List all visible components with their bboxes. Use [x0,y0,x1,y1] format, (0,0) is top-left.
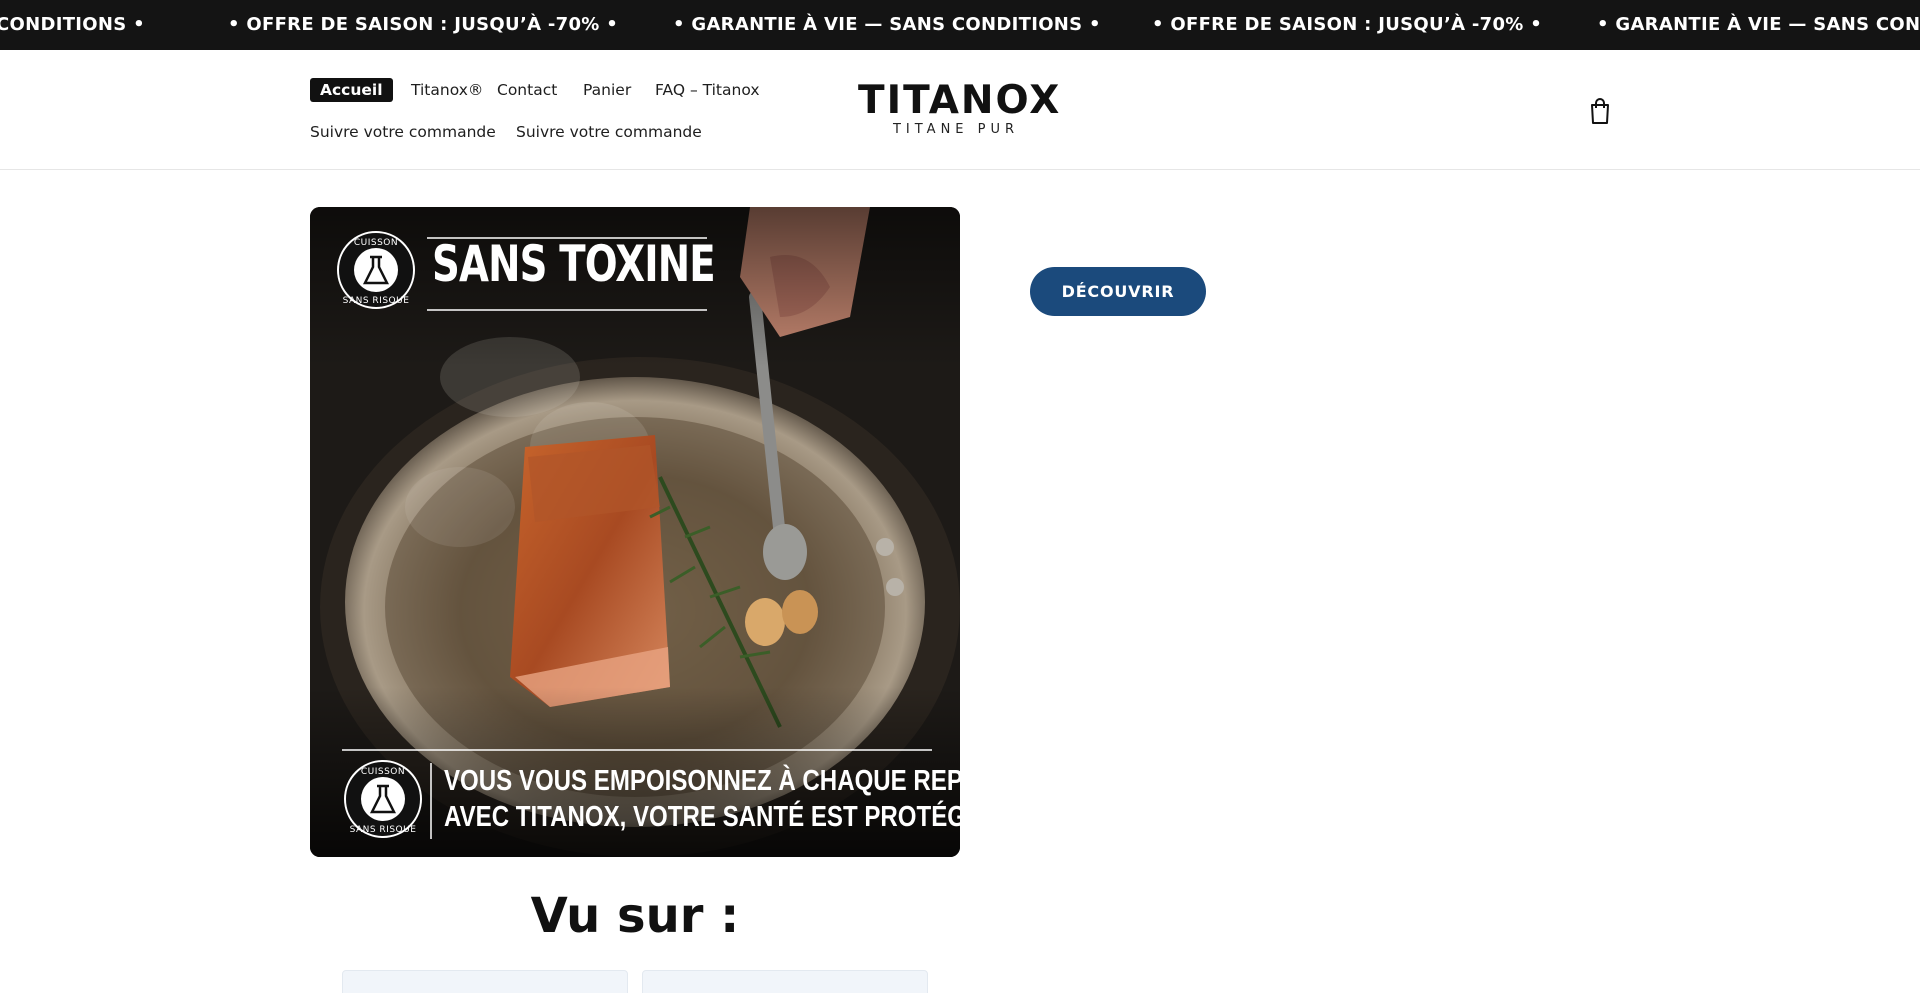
nav-link-faq[interactable]: FAQ – Titanox [655,78,760,102]
announcement-item: CONDITIONS • [0,14,145,35]
site-logo[interactable]: TITANOX TITANE PUR [858,78,1062,138]
hero-title: SANS TOXINE [432,235,716,293]
media-logo-card [642,970,928,993]
logo-name: TITANOX [858,78,1062,123]
badge-bottom-text-2: SANS RISQUE [350,825,417,835]
hero-image: CUISSON SANS RISQUE CUISSON SANS RISQUE … [310,207,960,857]
announcement-item: • OFFRE DE SAISON : JUSQU’À -70% • [228,14,619,35]
discover-button[interactable]: DÉCOUVRIR [1030,267,1206,316]
announcement-item: • OFFRE DE SAISON : JUSQU’À -70% • [1152,14,1543,35]
shopping-bag-icon [1591,98,1609,124]
hero-caption-line2: AVEC TITANOX, VOTRE SANTÉ EST PROTÉGÉE. [444,801,960,833]
nav-link-track-order[interactable]: Suivre votre commande [310,120,496,144]
cart-button[interactable] [1586,96,1614,126]
badge-top-text: CUISSON [354,238,398,248]
badge-top-text-2: CUISSON [361,767,405,777]
hero-caption-line1: VOUS VOUS EMPOISONNEZ À CHAQUE REPAS. [444,765,960,797]
nav-link-accueil[interactable]: Accueil [310,78,393,102]
hero-caption: VOUS VOUS EMPOISONNEZ À CHAQUE REPAS. AV… [444,763,960,835]
seen-on-title: Vu sur : [530,888,740,944]
nav-link-track-order-2[interactable]: Suivre votre commande [516,120,702,144]
nav-link-contact[interactable]: Contact [497,78,557,102]
logo-tagline: TITANE PUR [892,122,1020,137]
hero-illustration: CUISSON SANS RISQUE CUISSON SANS RISQUE [310,207,960,857]
nav-link-panier[interactable]: Panier [583,78,631,102]
media-logo-card [342,970,628,993]
badge-bottom-text: SANS RISQUE [343,296,410,306]
announcement-item: • GARANTIE À VIE — SANS CONDITIONS • [673,14,1101,35]
announcement-bar: CONDITIONS • • OFFRE DE SAISON : JUSQU’À… [0,0,1920,50]
announcement-item: • GARANTIE À VIE — SANS CONDITIONS • [1597,14,1920,35]
site-header: Accueil Titanox® Contact Panier FAQ – Ti… [0,50,1920,170]
nav-link-titanox[interactable]: Titanox® [411,78,483,102]
